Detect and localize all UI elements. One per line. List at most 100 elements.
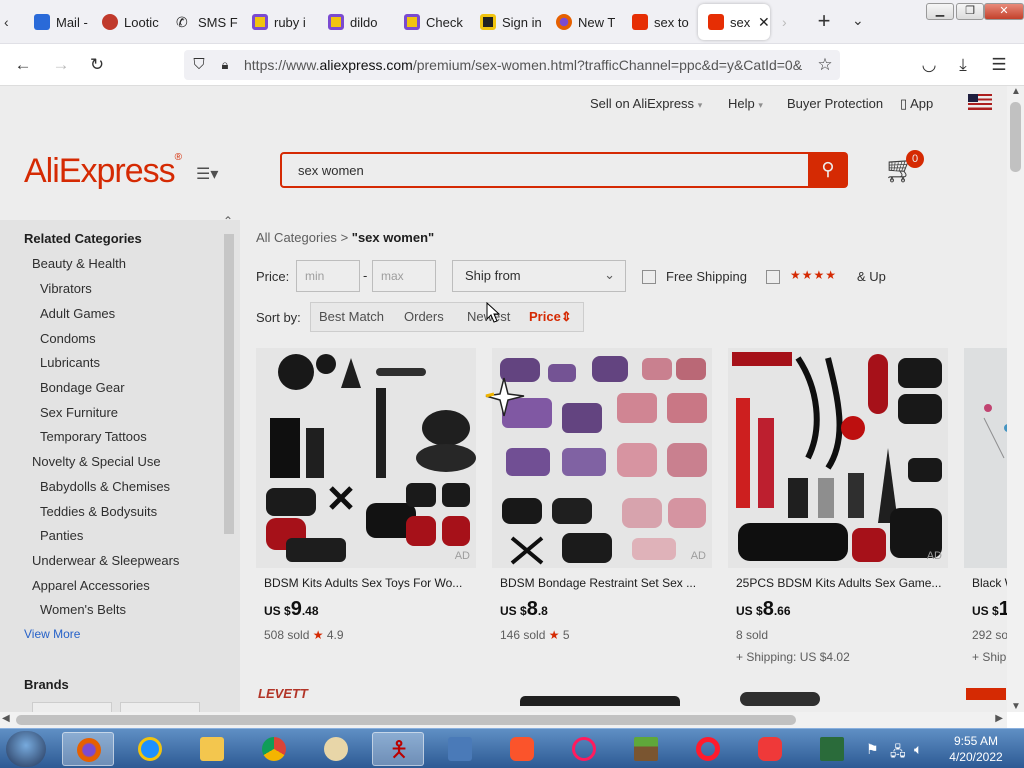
sell-on-aliexpress-link[interactable]: Sell on AliExpress ▾	[590, 96, 702, 111]
category-temporary-tattoos[interactable]: Temporary Tattoos	[40, 429, 147, 444]
taskbar-brave[interactable]	[496, 732, 548, 766]
tab-scroll-left-icon[interactable]: ‹	[4, 14, 24, 32]
sort-price[interactable]: Price⇕	[529, 309, 572, 325]
product-image[interactable]: AD	[256, 348, 476, 568]
sidebar-scrollbar[interactable]: ⌃	[222, 214, 236, 712]
taskbar-control-panel[interactable]	[434, 732, 486, 766]
action-center-flag-icon[interactable]: ⚑	[866, 741, 879, 758]
back-arrow-icon[interactable]: ←	[12, 54, 34, 76]
taskbar-opera[interactable]	[682, 732, 734, 766]
scroll-up-icon[interactable]: ⌃	[223, 214, 233, 228]
downloads-icon[interactable]: ⤓	[952, 54, 974, 76]
reload-icon[interactable]: ↻	[86, 54, 108, 76]
pocket-icon[interactable]: ◡	[918, 54, 940, 76]
tab-active-aliexpress[interactable]: sex ✕	[698, 4, 770, 40]
minimize-window-button[interactable]: ▁	[926, 3, 954, 20]
sidebar-scroll-thumb[interactable]	[224, 234, 234, 534]
category-panties[interactable]: Panties	[40, 528, 83, 543]
product-image[interactable]	[964, 348, 1007, 568]
product-card[interactable]: Black W US $1 292 so + Ship	[964, 348, 1007, 666]
sort-best-match[interactable]: Best Match	[319, 309, 384, 324]
new-tab-plus-icon[interactable]: +	[812, 10, 836, 34]
scroll-up-icon[interactable]: ▲	[1011, 86, 1021, 97]
network-icon[interactable]: 🖧︎	[890, 741, 906, 765]
tab-mail[interactable]: Mail -	[24, 4, 92, 40]
category-adult-games[interactable]: Adult Games	[40, 306, 115, 321]
vertical-scroll-thumb[interactable]	[1010, 102, 1021, 172]
categories-menu-icon[interactable]: ☰▾	[196, 164, 218, 184]
tab-dildo[interactable]: dildo	[318, 4, 394, 40]
page-vertical-scrollbar[interactable]: ▲ ▼	[1007, 86, 1024, 712]
category-underwear-sleepwears[interactable]: Underwear & Sleepwears	[32, 553, 179, 568]
volume-icon[interactable]: 🔈︎	[914, 741, 922, 758]
tab-sex-toys[interactable]: sex to	[622, 4, 696, 40]
taskbar-vivaldi[interactable]	[744, 732, 796, 766]
url-text[interactable]: https://www.aliexpress.com/premium/sex-w…	[244, 57, 804, 73]
view-more-link[interactable]: View More	[24, 627, 80, 641]
taskbar-chrome[interactable]	[248, 732, 300, 766]
product-image-partial[interactable]	[740, 692, 820, 706]
page-horizontal-scrollbar[interactable]: ◀ ▶	[0, 712, 1007, 728]
category-bondage-gear[interactable]: Bondage Gear	[40, 380, 125, 395]
price-min-input[interactable]: min	[296, 260, 360, 292]
lock-icon[interactable]: 🔒︎	[214, 54, 236, 76]
tab-scroll-right-icon[interactable]: ›	[782, 14, 802, 32]
category-vibrators[interactable]: Vibrators	[40, 281, 92, 296]
sort-orders[interactable]: Orders	[404, 309, 444, 324]
product-title[interactable]: BDSM Bondage Restraint Set Sex ...	[500, 576, 706, 590]
scroll-left-icon[interactable]: ◀	[2, 713, 10, 724]
forward-arrow-icon[interactable]: →	[50, 54, 72, 76]
restore-window-button[interactable]: ❐	[956, 3, 984, 20]
ship-from-dropdown[interactable]: Ship from ⌄	[452, 260, 626, 292]
taskbar-minecraft[interactable]	[620, 732, 672, 766]
search-input[interactable]: sex women	[280, 152, 810, 188]
category-apparel-accessories[interactable]: Apparel Accessories	[32, 578, 150, 593]
us-flag-icon[interactable]	[968, 94, 992, 110]
list-all-tabs-chevron-icon[interactable]: ⌄	[852, 12, 876, 32]
scroll-right-icon[interactable]: ▶	[995, 713, 1003, 724]
tracking-protection-shield-icon[interactable]: ⛉	[188, 54, 210, 76]
breadcrumb-all-categories[interactable]: All Categories	[256, 230, 337, 245]
windows-start-button[interactable]	[6, 731, 46, 767]
taskbar-internet-explorer[interactable]	[124, 732, 176, 766]
tab-check[interactable]: Check	[394, 4, 470, 40]
horizontal-scroll-thumb[interactable]	[16, 715, 796, 725]
tab-sign-in[interactable]: Sign in	[470, 4, 546, 40]
aliexpress-logo[interactable]: AliExpress®	[24, 152, 182, 191]
category-sex-furniture[interactable]: Sex Furniture	[40, 405, 118, 420]
free-shipping-label[interactable]: Free Shipping	[666, 269, 747, 284]
taskbar-firefox[interactable]	[62, 732, 114, 766]
address-bar[interactable]: ⛉ 🔒︎ https://www.aliexpress.com/premium/…	[184, 50, 840, 80]
product-title[interactable]: 25PCS BDSM Kits Adults Sex Game...	[736, 576, 942, 590]
taskbar-stick-figure-app[interactable]: 🯅	[372, 732, 424, 766]
tab-ruby[interactable]: ruby i	[242, 4, 318, 40]
search-button[interactable]: ⚲	[808, 152, 848, 188]
rating-filter-checkbox[interactable]	[766, 270, 780, 284]
product-title[interactable]: Black W	[972, 576, 1007, 590]
tab-new-tab[interactable]: New T	[546, 4, 622, 40]
taskbar-system-monitor[interactable]	[806, 732, 858, 766]
taskbar-clock[interactable]: 9:55 AM 4/20/2022	[944, 733, 1008, 765]
taskbar-file-explorer[interactable]	[186, 732, 238, 766]
category-babydolls-chemises[interactable]: Babydolls & Chemises	[40, 479, 170, 494]
category-teddies-bodysuits[interactable]: Teddies & Bodysuits	[40, 504, 157, 519]
category-womens-belts[interactable]: Women's Belts	[40, 602, 126, 617]
category-condoms[interactable]: Condoms	[40, 331, 96, 346]
taskbar-paint[interactable]	[310, 732, 362, 766]
scroll-down-icon[interactable]: ▼	[1011, 701, 1021, 712]
product-image-partial[interactable]	[520, 696, 680, 706]
app-menu-icon[interactable]: ☰	[988, 54, 1010, 76]
category-lubricants[interactable]: Lubricants	[40, 355, 100, 370]
product-title[interactable]: BDSM Kits Adults Sex Toys For Wo...	[264, 576, 470, 590]
category-beauty-health[interactable]: Beauty & Health	[32, 256, 126, 271]
close-tab-icon[interactable]: ✕	[758, 14, 770, 31]
app-link[interactable]: ▯ App	[900, 96, 933, 112]
tab-lootic[interactable]: Lootic	[92, 4, 166, 40]
free-shipping-checkbox[interactable]	[642, 270, 656, 284]
bookmark-star-icon[interactable]: ☆	[814, 54, 836, 76]
help-link[interactable]: Help ▾	[728, 96, 763, 111]
price-max-input[interactable]: max	[372, 260, 436, 292]
taskbar-opera-gx[interactable]	[558, 732, 610, 766]
product-card[interactable]: AD 25PCS BDSM Kits Adults Sex Game... US…	[728, 348, 948, 666]
product-image[interactable]: AD	[728, 348, 948, 568]
